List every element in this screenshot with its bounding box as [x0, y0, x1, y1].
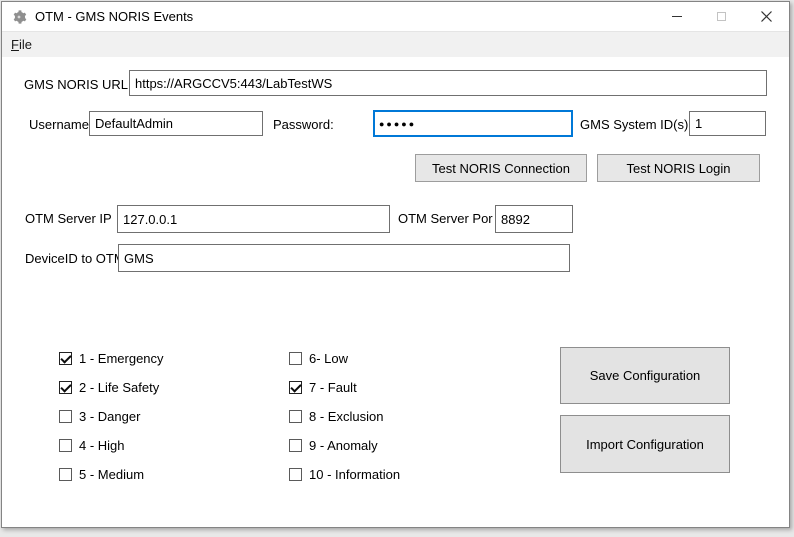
- otm-server-ip-input[interactable]: [117, 205, 390, 233]
- menu-file-accel: F: [11, 37, 19, 52]
- checkbox-icon: [59, 439, 72, 452]
- test-noris-login-button[interactable]: Test NORIS Login: [597, 154, 760, 182]
- checkbox-label: 6- Low: [309, 351, 348, 366]
- checkbox-severity-9[interactable]: 9 - Anomaly: [289, 431, 400, 460]
- checkbox-icon: [59, 352, 72, 365]
- username-input[interactable]: [89, 111, 263, 136]
- checkbox-severity-3[interactable]: 3 - Danger: [59, 402, 164, 431]
- checkbox-label: 4 - High: [79, 438, 125, 453]
- maximize-button: [699, 2, 744, 31]
- title-bar: OTM - GMS NORIS Events: [2, 2, 789, 31]
- checkbox-label: 2 - Life Safety: [79, 380, 159, 395]
- minimize-button[interactable]: [654, 2, 699, 31]
- app-gear-icon: [11, 9, 27, 25]
- checkbox-label: 5 - Medium: [79, 467, 144, 482]
- checkbox-icon: [59, 468, 72, 481]
- checkbox-severity-10[interactable]: 10 - Information: [289, 460, 400, 489]
- checkbox-severity-6[interactable]: 6- Low: [289, 344, 400, 373]
- password-input[interactable]: [373, 110, 573, 137]
- maximize-icon: [717, 12, 726, 21]
- otm-server-port-input[interactable]: [495, 205, 573, 233]
- noris-url-label: GMS NORIS URL:: [24, 72, 132, 98]
- severity-column-1: 1 - Emergency 2 - Life Safety 3 - Danger…: [59, 344, 164, 489]
- password-label: Password:: [273, 112, 334, 138]
- checkbox-severity-5[interactable]: 5 - Medium: [59, 460, 164, 489]
- checkbox-icon: [59, 381, 72, 394]
- checkbox-label: 1 - Emergency: [79, 351, 164, 366]
- checkbox-icon: [289, 468, 302, 481]
- window-title: OTM - GMS NORIS Events: [35, 9, 193, 24]
- checkbox-icon: [289, 439, 302, 452]
- checkbox-icon: [289, 381, 302, 394]
- close-icon: [761, 11, 772, 22]
- checkbox-severity-4[interactable]: 4 - High: [59, 431, 164, 460]
- app-window: OTM - GMS NORIS Events File GMS NORIS UR…: [1, 1, 790, 528]
- close-button[interactable]: [744, 2, 789, 31]
- test-noris-connection-button[interactable]: Test NORIS Connection: [415, 154, 587, 182]
- minimize-icon: [672, 16, 682, 17]
- device-id-label: DeviceID to OTM: [25, 246, 125, 272]
- checkbox-label: 7 - Fault: [309, 380, 357, 395]
- checkbox-icon: [289, 352, 302, 365]
- menu-bar: File: [2, 31, 789, 57]
- checkbox-severity-8[interactable]: 8 - Exclusion: [289, 402, 400, 431]
- checkbox-label: 10 - Information: [309, 467, 400, 482]
- save-configuration-button[interactable]: Save Configuration: [560, 347, 730, 404]
- window-controls: [654, 2, 789, 31]
- checkbox-severity-1[interactable]: 1 - Emergency: [59, 344, 164, 373]
- otm-server-port-label: OTM Server Por: [398, 206, 493, 232]
- device-id-input[interactable]: [118, 244, 570, 272]
- import-configuration-button[interactable]: Import Configuration: [560, 415, 730, 473]
- noris-url-input[interactable]: [129, 70, 767, 96]
- severity-column-2: 6- Low 7 - Fault 8 - Exclusion 9 - Anoma…: [289, 344, 400, 489]
- otm-server-ip-label: OTM Server IP: [25, 206, 112, 232]
- menu-file-rest: ile: [19, 37, 32, 52]
- checkbox-label: 8 - Exclusion: [309, 409, 383, 424]
- checkbox-label: 9 - Anomaly: [309, 438, 378, 453]
- checkbox-severity-2[interactable]: 2 - Life Safety: [59, 373, 164, 402]
- gms-system-ids-label: GMS System ID(s):: [580, 112, 692, 138]
- checkbox-label: 3 - Danger: [79, 409, 140, 424]
- username-label: Username:: [29, 112, 93, 138]
- checkbox-severity-7[interactable]: 7 - Fault: [289, 373, 400, 402]
- gms-system-ids-input[interactable]: [689, 111, 766, 136]
- checkbox-icon: [59, 410, 72, 423]
- menu-file[interactable]: File: [4, 32, 39, 57]
- checkbox-icon: [289, 410, 302, 423]
